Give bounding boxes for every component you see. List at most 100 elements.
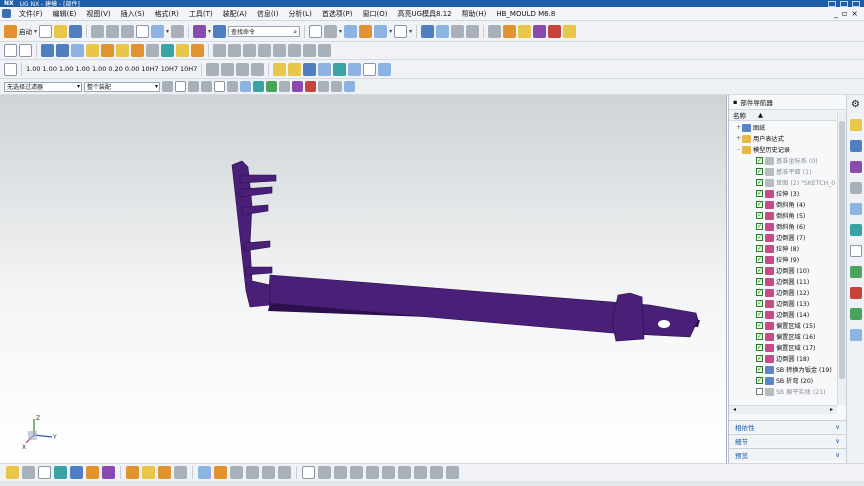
- line-tool-icon[interactable]: [86, 466, 99, 479]
- dimension-tool-icon[interactable]: [142, 466, 155, 479]
- intersection-point-icon[interactable]: [331, 81, 342, 92]
- reattach-icon[interactable]: [54, 466, 67, 479]
- visibility-checkbox[interactable]: ✓: [756, 322, 763, 329]
- visibility-checkbox[interactable]: ✓: [756, 179, 763, 186]
- snap-midpoint-icon[interactable]: [201, 81, 212, 92]
- point-tool-icon[interactable]: [350, 466, 363, 479]
- tolerance-label[interactable]: 1.00: [75, 65, 89, 73]
- auto-constrain-icon[interactable]: [158, 466, 171, 479]
- draft-icon[interactable]: [318, 44, 331, 57]
- save-part-icon[interactable]: [303, 62, 317, 76]
- visibility-checkbox[interactable]: ✓: [756, 201, 763, 208]
- visibility-checkbox[interactable]: ✓: [756, 289, 763, 296]
- tree-item[interactable]: ✓ 基准坐标系 (0): [729, 155, 837, 166]
- command-search-input[interactable]: 查找命令 ⌕: [228, 25, 301, 37]
- part-navigator-icon[interactable]: [849, 161, 862, 173]
- roles-icon[interactable]: [849, 287, 862, 299]
- image-capture-icon[interactable]: [348, 62, 362, 76]
- background-icon[interactable]: [394, 24, 408, 38]
- expand-icon[interactable]: +: [735, 135, 742, 142]
- menu-format[interactable]: 格式(R): [150, 9, 184, 19]
- tolerance-label[interactable]: 10H7: [180, 65, 197, 73]
- section-view-icon[interactable]: [421, 24, 435, 38]
- sketch-tool-icon[interactable]: [6, 466, 19, 479]
- sort-arrow-icon[interactable]: ▲: [758, 111, 763, 119]
- part-model[interactable]: [0, 95, 727, 463]
- revolve-icon[interactable]: [56, 44, 69, 57]
- system-scenes-icon[interactable]: [849, 308, 862, 320]
- feature-select-icon[interactable]: [292, 81, 303, 92]
- menu-mould-plugin[interactable]: 高亮UG模具8.12: [392, 9, 456, 19]
- export-icon[interactable]: [318, 62, 332, 76]
- visibility-checkbox[interactable]: ✓: [756, 245, 763, 252]
- visibility-checkbox[interactable]: ✓: [756, 311, 763, 318]
- visibility-checkbox[interactable]: ✓: [756, 234, 763, 241]
- tree-item[interactable]: ✓ SB 转换为钣金 (19): [729, 364, 837, 375]
- graphics-window[interactable]: Z Y X: [0, 95, 727, 463]
- visibility-checkbox[interactable]: ✓: [756, 366, 763, 373]
- visibility-checkbox[interactable]: ✓: [756, 267, 763, 274]
- manufacturing-wizard-icon[interactable]: [849, 329, 862, 341]
- tree-item[interactable]: - 模型历史记录: [729, 144, 837, 155]
- face-select-icon[interactable]: [253, 81, 264, 92]
- tree-item[interactable]: + 用户表达式: [729, 133, 837, 144]
- mirror-curve-icon[interactable]: [278, 466, 291, 479]
- report-icon[interactable]: [378, 62, 392, 76]
- chamfer-icon[interactable]: [176, 44, 189, 57]
- redo-icon[interactable]: [171, 24, 185, 38]
- filter-reset-icon[interactable]: [162, 81, 173, 92]
- hole-icon[interactable]: [116, 44, 129, 57]
- visibility-checkbox[interactable]: ✓: [756, 157, 763, 164]
- scroll-left-icon[interactable]: ◂: [733, 406, 736, 414]
- dimension-icon[interactable]: [563, 24, 577, 38]
- quadrant-point-icon[interactable]: [344, 81, 355, 92]
- tree-item[interactable]: ✓ 拉伸 (8): [729, 243, 837, 254]
- shell-icon[interactable]: [191, 44, 204, 57]
- sketch-icon[interactable]: [4, 44, 17, 57]
- tolerance-label[interactable]: 10H7: [141, 65, 158, 73]
- menu-info[interactable]: 信息(I): [252, 9, 284, 19]
- history-icon[interactable]: [849, 224, 862, 236]
- save-icon[interactable]: [69, 24, 83, 38]
- circle-tool-icon[interactable]: [318, 466, 331, 479]
- tree-item[interactable]: ✓ 草图 (2) "SKETCH_0: [729, 177, 837, 188]
- tolerance-label[interactable]: 1.00: [26, 65, 40, 73]
- tree-item[interactable]: ✓ 边倒圆 (7): [729, 232, 837, 243]
- preview-panel[interactable]: 预览 ∨: [729, 448, 846, 461]
- settings-icon[interactable]: ⚙: [851, 99, 860, 110]
- split-body-icon[interactable]: [258, 44, 271, 57]
- type-filter-select[interactable]: 无选择过滤器 ▾: [4, 81, 82, 92]
- tolerance-label[interactable]: 1.00: [42, 65, 56, 73]
- minimize-button[interactable]: [828, 0, 836, 7]
- finish-sketch-icon[interactable]: [22, 466, 35, 479]
- tree-item[interactable]: ✓ 偏置区域 (15): [729, 320, 837, 331]
- render-style-icon[interactable]: [324, 24, 338, 38]
- menu-view[interactable]: 视图(V): [81, 9, 115, 19]
- tolerance-label[interactable]: 10H7: [161, 65, 178, 73]
- expand-icon[interactable]: +: [735, 124, 742, 131]
- visibility-checkbox[interactable]: ✓: [756, 223, 763, 230]
- ellipse-tool-icon[interactable]: [382, 466, 395, 479]
- tree-item[interactable]: ✓ 倒斜角 (5): [729, 210, 837, 221]
- circle-icon[interactable]: [236, 62, 250, 76]
- constraint-navigator-icon[interactable]: [849, 140, 862, 152]
- menu-analysis[interactable]: 分析(L): [283, 9, 316, 19]
- visibility-checkbox[interactable]: ✓: [756, 344, 763, 351]
- arc-icon[interactable]: [221, 62, 235, 76]
- boolean-subtract-icon[interactable]: [146, 44, 159, 57]
- tree-item[interactable]: ✓ 偏置区域 (17): [729, 342, 837, 353]
- menu-file[interactable]: 文件(F): [14, 9, 48, 19]
- make-corner-icon[interactable]: [430, 466, 443, 479]
- render-dropdown-icon[interactable]: ▾: [339, 28, 342, 35]
- sheet-metal-bracket[interactable]: [231, 160, 700, 342]
- rectangle-tool-icon[interactable]: [302, 466, 315, 479]
- maximize-button[interactable]: [840, 0, 848, 7]
- snap-endpoint-icon[interactable]: [188, 81, 199, 92]
- tolerance-label[interactable]: 0.00: [125, 65, 139, 73]
- solid-select-icon[interactable]: [240, 81, 251, 92]
- polygon-tool-icon[interactable]: [366, 466, 379, 479]
- sketch-orient-icon[interactable]: [38, 466, 51, 479]
- spline-tool-icon[interactable]: [334, 466, 347, 479]
- cut-icon[interactable]: [91, 24, 105, 38]
- edge-select-icon[interactable]: [266, 81, 277, 92]
